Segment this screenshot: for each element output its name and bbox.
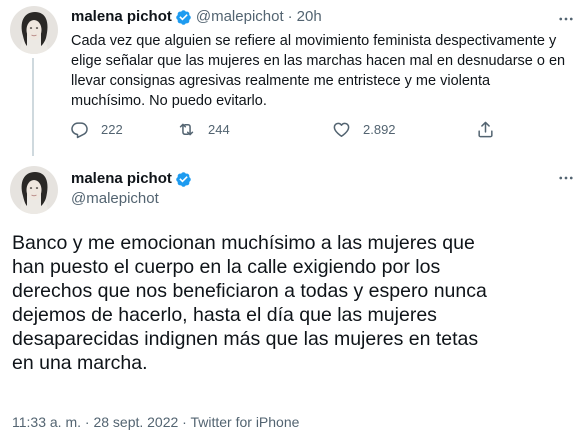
like-button[interactable]: 2.892 (332, 120, 396, 139)
verified-badge-icon (176, 171, 191, 187)
verified-badge-icon (176, 9, 191, 25)
tweet-time[interactable]: 20h (297, 7, 322, 27)
thread-line (32, 58, 34, 156)
more-options-icon[interactable] (555, 8, 577, 30)
share-icon (478, 121, 493, 138)
reply-count: 222 (101, 122, 123, 137)
main-tweet-text: Banco y me emocionan muchísimo a las muj… (12, 232, 487, 374)
parent-tweet-header: malena pichot @malepichot · 20h (71, 7, 322, 27)
main-tweet-header: malena pichot (71, 169, 196, 189)
author-name[interactable]: malena pichot (71, 169, 172, 189)
tweet-timestamp[interactable]: 11:33 a. m. · 28 sept. 2022 · Twitter fo… (12, 413, 299, 431)
avatar[interactable] (10, 6, 58, 54)
author-handle[interactable]: @malepichot (196, 7, 284, 27)
more-options-icon[interactable] (555, 167, 577, 189)
tweet-actions: 222 244 2.892 (64, 120, 504, 144)
reply-button[interactable]: 222 (70, 120, 123, 139)
reply-icon (71, 122, 88, 139)
avatar[interactable] (10, 166, 58, 214)
author-name[interactable]: malena pichot (71, 7, 172, 27)
parent-tweet-text: Cada vez que alguien se refiere al movim… (71, 33, 566, 109)
separator-dot: · (287, 8, 293, 25)
retweet-count: 244 (208, 122, 230, 137)
like-count: 2.892 (363, 122, 396, 137)
like-icon (333, 122, 350, 137)
share-button[interactable] (476, 120, 507, 139)
retweet-button[interactable]: 244 (177, 120, 230, 139)
retweet-icon (179, 123, 194, 136)
author-handle[interactable]: @malepichot (71, 189, 159, 209)
